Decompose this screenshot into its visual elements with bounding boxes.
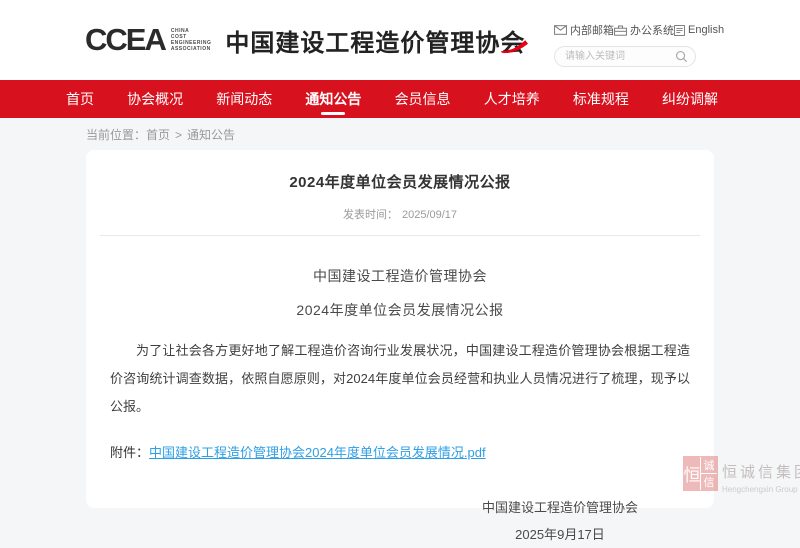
breadcrumb: 当前位置：首页 > 通知公告 <box>0 118 800 150</box>
nav-item-about[interactable]: 协会概况 <box>127 80 183 118</box>
attachment-row: 附件：中国建设工程造价管理协会2024年度单位会员发展情况.pdf <box>110 442 690 461</box>
internal-mail-link[interactable]: 内部邮箱 <box>554 22 614 38</box>
search-icon[interactable] <box>675 50 688 63</box>
nav-item-news[interactable]: 新闻动态 <box>216 80 272 118</box>
divider <box>100 235 700 236</box>
article-card: 2024年度单位会员发展情况公报 发表时间： 2025/09/17 中国建设工程造… <box>86 150 714 508</box>
nav-item-dispute[interactable]: 纠纷调解 <box>662 80 718 118</box>
watermark-name-en: Hengchengxin Group <box>722 485 800 494</box>
watermark: 恒 诚 信 恒诚信集团 Hengchengxin Group <box>683 456 800 494</box>
doc-heading-title: 2024年度单位会员发展情况公报 <box>100 300 700 320</box>
signature-org: 中国建设工程造价管理协会 <box>482 494 638 521</box>
doc-heading-org: 中国建设工程造价管理协会 <box>100 266 700 286</box>
office-system-link[interactable]: 办公系统 <box>614 22 674 38</box>
hengchengxin-seal-icon: 恒 诚 信 <box>683 456 718 491</box>
translate-icon <box>674 25 685 36</box>
header-utilities: 内部邮箱 办公系统 English <box>554 22 696 67</box>
signature-date: 2025年9月17日 <box>482 521 638 548</box>
attachment-pdf-link[interactable]: 中国建设工程造价管理协会2024年度单位会员发展情况.pdf <box>149 445 486 460</box>
attachment-label: 附件： <box>110 445 149 460</box>
publish-time: 发表时间： 2025/09/17 <box>100 206 700 222</box>
english-link[interactable]: English <box>674 24 724 36</box>
quick-links: 内部邮箱 办公系统 English <box>554 22 696 38</box>
mail-icon <box>554 25 567 35</box>
publish-time-value: 2025/09/17 <box>402 209 457 221</box>
site-header: CCEA CHINA COST ENGINEERING ASSOCIATION … <box>0 0 800 80</box>
breadcrumb-home-link[interactable]: 首页 <box>146 128 170 142</box>
nav-item-training[interactable]: 人才培养 <box>484 80 540 118</box>
signature-block: 中国建设工程造价管理协会 2025年9月17日 <box>100 494 700 548</box>
nav-item-standards[interactable]: 标准规程 <box>573 80 629 118</box>
briefcase-icon <box>614 25 627 36</box>
breadcrumb-separator: > <box>175 128 182 142</box>
breadcrumb-current: 通知公告 <box>187 128 235 142</box>
logo-subtext: CHINA COST ENGINEERING ASSOCIATION <box>171 28 212 52</box>
office-system-label: 办公系统 <box>630 22 674 38</box>
search-box <box>554 46 696 67</box>
logo-acronym: CCEA <box>85 18 165 62</box>
nav-item-notices[interactable]: 通知公告 <box>305 80 361 118</box>
watermark-name-cn: 恒诚信集团 <box>722 461 800 482</box>
logo-swoosh-icon <box>501 40 528 53</box>
internal-mail-label: 内部邮箱 <box>570 22 614 38</box>
nav-item-members[interactable]: 会员信息 <box>395 80 451 118</box>
publish-time-label: 发表时间： <box>343 209 398 221</box>
breadcrumb-prefix: 当前位置： <box>86 128 146 142</box>
article-title: 2024年度单位会员发展情况公报 <box>100 171 700 192</box>
english-label: English <box>688 24 724 36</box>
logo[interactable]: CCEA CHINA COST ENGINEERING ASSOCIATION … <box>85 18 525 62</box>
site-title: 中国建设工程造价管理协会 <box>225 23 525 58</box>
article-paragraph: 为了让社会各方更好地了解工程造价咨询行业发展状况，中国建设工程造价管理协会根据工… <box>110 337 690 421</box>
nav-item-home[interactable]: 首页 <box>66 80 94 118</box>
main-nav: 首页 协会概况 新闻动态 通知公告 会员信息 人才培养 标准规程 纠纷调解 <box>0 80 800 118</box>
